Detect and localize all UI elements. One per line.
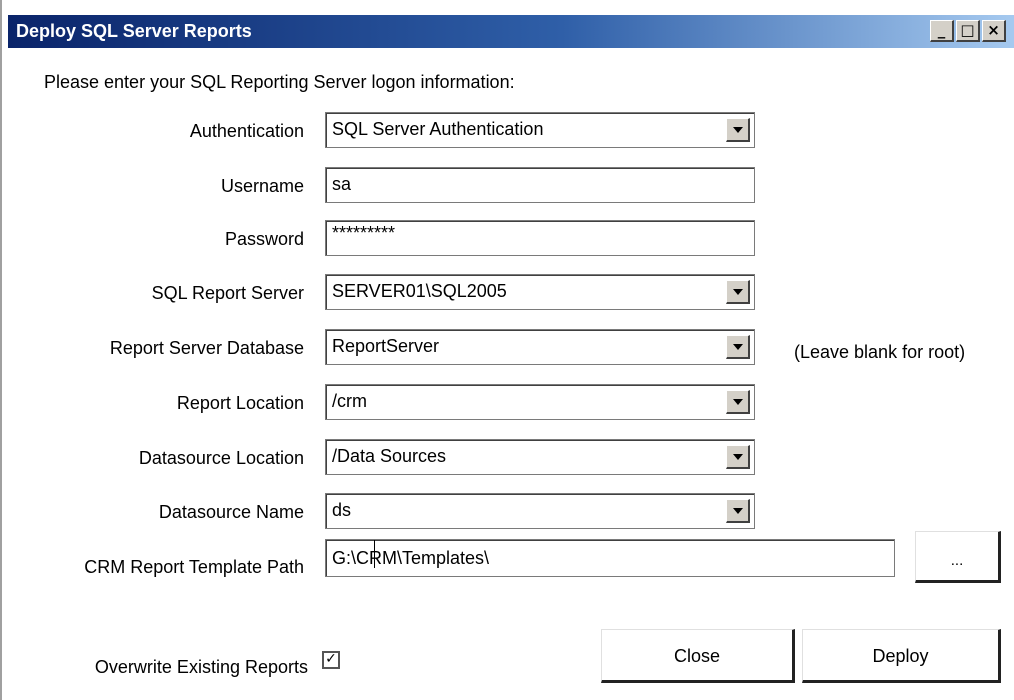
report-server-combo[interactable]: SERVER01\SQL2005: [325, 274, 755, 310]
datasource-location-value: /Data Sources: [332, 446, 447, 466]
authentication-value: SQL Server Authentication: [332, 119, 544, 139]
instruction-text: Please enter your SQL Reporting Server l…: [44, 72, 515, 92]
template-path-field[interactable]: G:\CRM\Templates\: [325, 539, 895, 577]
datasource-name-value: ds: [332, 500, 352, 520]
browse-button[interactable]: ...: [915, 531, 1001, 583]
authentication-combo[interactable]: SQL Server Authentication: [325, 112, 755, 148]
window-title: Deploy SQL Server Reports: [16, 21, 252, 41]
datasource-location-label: Datasource Location: [138, 448, 304, 468]
close-button[interactable]: Close: [601, 629, 795, 683]
report-server-label: SQL Report Server: [151, 283, 304, 303]
report-location-value: /crm: [332, 391, 367, 411]
title-bar[interactable]: Deploy SQL Server Reports _ □ ×: [8, 15, 1014, 48]
template-path-label: CRM Report Template Path: [84, 557, 304, 577]
server-database-combo[interactable]: ReportServer: [325, 329, 755, 365]
password-value: *********: [332, 223, 396, 243]
server-database-value: ReportServer: [332, 336, 440, 356]
authentication-label: Authentication: [189, 121, 304, 141]
password-label: Password: [224, 229, 304, 249]
report-server-value: SERVER01\SQL2005: [332, 281, 507, 301]
chevron-down-icon[interactable]: [726, 280, 750, 304]
chevron-down-icon[interactable]: [726, 390, 750, 414]
username-label: Username: [220, 176, 304, 196]
deploy-reports-window: Deploy SQL Server Reports _ □ × Please e…: [0, 0, 1014, 700]
chevron-down-icon[interactable]: [726, 445, 750, 469]
username-value: sa: [332, 174, 352, 194]
template-path-value: G:\CRM\Templates\: [332, 548, 490, 568]
datasource-name-label: Datasource Name: [158, 502, 304, 522]
chevron-down-icon[interactable]: [726, 499, 750, 523]
datasource-location-combo[interactable]: /Data Sources: [325, 439, 755, 475]
chevron-down-icon[interactable]: [726, 335, 750, 359]
report-location-label: Report Location: [176, 393, 304, 413]
overwrite-label: Overwrite Existing Reports: [94, 657, 308, 677]
server-database-label: Report Server Database: [109, 338, 304, 358]
maximize-button[interactable]: □: [956, 20, 980, 42]
overwrite-checkbox[interactable]: ✓: [322, 651, 340, 669]
password-field[interactable]: *********: [325, 220, 755, 256]
server-database-note: (Leave blank for root): [794, 342, 966, 362]
datasource-name-combo[interactable]: ds: [325, 493, 755, 529]
text-cursor: [374, 540, 375, 568]
minimize-button[interactable]: _: [930, 20, 954, 42]
deploy-button[interactable]: Deploy: [802, 629, 1001, 683]
username-field[interactable]: sa: [325, 167, 755, 203]
chevron-down-icon[interactable]: [726, 118, 750, 142]
close-window-button[interactable]: ×: [982, 20, 1006, 42]
report-location-combo[interactable]: /crm: [325, 384, 755, 420]
